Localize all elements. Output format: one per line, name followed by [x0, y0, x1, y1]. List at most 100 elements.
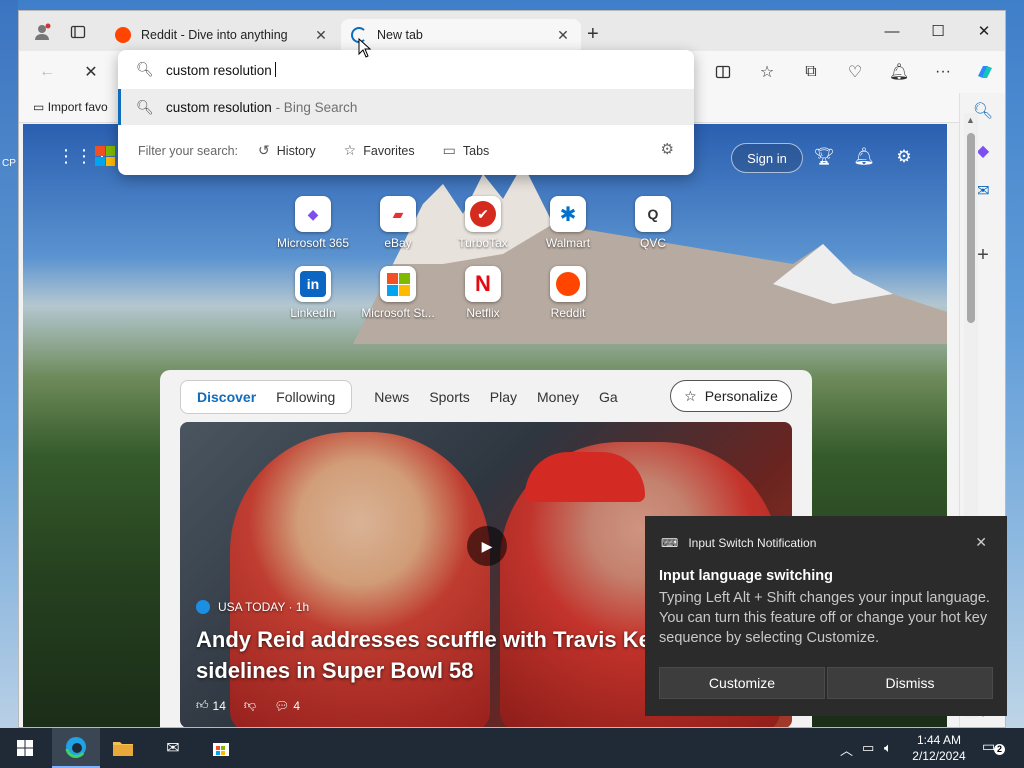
tab-bar: Reddit - Dive into anything ✕ New tab ✕ … — [19, 11, 1005, 51]
import-favorites-link[interactable]: ▭ Import favo — [33, 100, 108, 114]
quick-link-linkedin[interactable]: in LinkedIn — [273, 266, 353, 320]
system-clock[interactable]: 1:44 AM 2/12/2024 — [900, 732, 978, 764]
turbotax-icon: ✔ — [465, 196, 501, 232]
notification-title: Input language switching — [659, 568, 833, 584]
tab-news[interactable]: News — [364, 389, 419, 405]
quick-link-ebay[interactable]: ▰ eBay — [358, 196, 438, 250]
filter-history[interactable]: ↺ History — [258, 142, 316, 159]
apps-grid-icon[interactable]: ⋮⋮⋮ — [57, 146, 111, 166]
show-hidden-icons-icon[interactable]: ︿ — [840, 740, 853, 759]
tab-money[interactable]: Money — [527, 389, 589, 405]
search-suggestion[interactable]: 🔍︎ custom resolution - Bing Search — [118, 89, 694, 125]
more-menu-icon[interactable]: ··· — [931, 61, 955, 83]
personalize-button[interactable]: ☆ Personalize — [670, 380, 792, 412]
close-tab-icon[interactable]: ✕ — [555, 27, 571, 44]
filter-label: Filter your search: — [138, 143, 239, 158]
start-windows-icon[interactable] — [12, 736, 38, 760]
microsoft-365-icon: ◆ — [295, 196, 331, 232]
keyboard-icon: ⌨ — [661, 536, 679, 550]
tab-gaming[interactable]: Ga — [589, 389, 628, 405]
rewards-trophy-icon[interactable]: 🏆︎ — [813, 146, 835, 168]
tab-title: Reddit - Dive into anything — [141, 28, 288, 42]
import-favorites-icon: ▭ — [33, 100, 45, 114]
input-switch-notification: ⌨ Input Switch Notification ✕ Input lang… — [645, 516, 1007, 716]
split-screen-icon[interactable] — [711, 61, 735, 83]
quick-link-microsoft-store[interactable]: Microsoft St... — [358, 266, 438, 320]
stop-loading-icon[interactable]: ✕ — [79, 61, 103, 83]
personalize-icon: ☆ — [684, 387, 697, 404]
page-settings-gear-icon[interactable]: ⚙ — [893, 146, 915, 168]
tab-discover[interactable]: Discover — [187, 389, 266, 405]
usa-today-logo-icon — [196, 600, 210, 614]
desktop-background: CP — [0, 0, 18, 728]
minimize-button[interactable]: — — [869, 17, 915, 45]
microsoft-store-taskbar-icon[interactable] — [208, 736, 234, 760]
address-input[interactable]: custom resolution — [166, 62, 276, 78]
browser-essentials-icon[interactable]: ♡ — [843, 61, 867, 83]
back-arrow-icon[interactable]: ← — [35, 61, 59, 83]
notification-body: Typing Left Alt + Shift changes your inp… — [659, 590, 990, 646]
copilot-icon[interactable] — [973, 61, 997, 83]
walmart-icon: ✱ — [550, 196, 586, 232]
notifications-bell-icon[interactable]: 🔔︎ — [887, 61, 911, 83]
tab-new-tab[interactable]: New tab ✕ — [341, 19, 581, 51]
scrollbar-thumb[interactable] — [967, 133, 975, 323]
article-headline[interactable]: Andy Reid addresses scuffle with Travis … — [196, 624, 656, 686]
notifications-bell-icon[interactable]: 🔔︎ — [853, 146, 875, 168]
quick-link-qvc[interactable]: Q QVC — [613, 196, 693, 250]
network-icon[interactable]: ▭ — [862, 740, 874, 756]
filter-favorites[interactable]: ☆ Favorites — [344, 142, 415, 159]
edge-taskbar-icon[interactable] — [52, 728, 100, 768]
tab-actions-icon[interactable] — [67, 21, 89, 43]
volume-muted-icon[interactable]: 🔈︎ — [884, 740, 892, 756]
mail-icon[interactable]: ✉ — [160, 736, 186, 760]
profile-icon[interactable] — [31, 21, 53, 43]
tab-following[interactable]: Following — [266, 389, 345, 405]
feed-tab-group: Discover Following — [180, 380, 353, 414]
collections-icon[interactable]: ⧉ — [799, 61, 823, 83]
sign-in-button[interactable]: Sign in — [731, 143, 803, 173]
like-icon[interactable]: 👍︎ — [196, 698, 209, 713]
new-tab-button[interactable]: + — [587, 23, 599, 46]
search-icon: 🔍︎ — [136, 60, 154, 77]
dislike-icon[interactable]: 👎︎ — [244, 698, 256, 713]
close-window-button[interactable]: ✕ — [961, 17, 1005, 45]
tab-play[interactable]: Play — [480, 389, 527, 405]
play-video-icon[interactable]: ▶ — [467, 526, 507, 566]
quick-link-turbotax[interactable]: ✔ TurboTax — [443, 196, 523, 250]
search-settings-gear-icon[interactable]: ⚙ — [661, 140, 674, 158]
file-explorer-icon[interactable] — [110, 736, 136, 760]
linkedin-icon: in — [295, 266, 331, 302]
customize-button[interactable]: Customize — [659, 667, 825, 699]
microsoft-store-icon — [380, 266, 416, 302]
reddit-favicon-icon — [115, 27, 131, 43]
address-input-row[interactable]: 🔍︎ custom resolution — [118, 50, 694, 88]
tab-title: New tab — [377, 28, 423, 42]
quick-link-reddit[interactable]: Reddit — [528, 266, 608, 320]
quick-link-walmart[interactable]: ✱ Walmart — [528, 196, 608, 250]
address-bar-dropdown: 🔍︎ custom resolution 🔍︎ custom resolutio… — [118, 50, 694, 175]
microsoft-logo-icon[interactable] — [95, 146, 115, 166]
quick-link-netflix[interactable]: N Netflix — [443, 266, 523, 320]
mouse-cursor-icon — [358, 38, 372, 58]
favorites-star-icon[interactable]: ☆ — [755, 61, 779, 83]
reddit-icon — [550, 266, 586, 302]
quick-link-microsoft-365[interactable]: ◆ Microsoft 365 — [273, 196, 353, 250]
comment-icon[interactable]: 💬︎ — [274, 699, 289, 713]
tabs-icon: ▭ — [442, 142, 456, 158]
tab-reddit[interactable]: Reddit - Dive into anything ✕ — [105, 19, 339, 51]
scroll-up-icon[interactable]: ▲ — [966, 115, 975, 125]
action-center-icon[interactable]: ▭ 2 — [982, 738, 1005, 756]
maximize-button[interactable]: ☐ — [915, 17, 961, 45]
search-icon: 🔍︎ — [136, 99, 154, 115]
netflix-icon: N — [465, 266, 501, 302]
qvc-icon: Q — [635, 196, 671, 232]
close-notification-icon[interactable]: ✕ — [975, 534, 987, 551]
filter-tabs[interactable]: ▭ Tabs — [443, 142, 490, 159]
search-filters: Filter your search: ↺ History ☆ Favorite… — [138, 140, 674, 159]
article-source: USA TODAY · 1h — [196, 600, 309, 614]
notification-app-name: Input Switch Notification — [688, 536, 817, 550]
close-tab-icon[interactable]: ✕ — [313, 27, 329, 44]
dismiss-button[interactable]: Dismiss — [827, 667, 993, 699]
tab-sports[interactable]: Sports — [419, 389, 479, 405]
